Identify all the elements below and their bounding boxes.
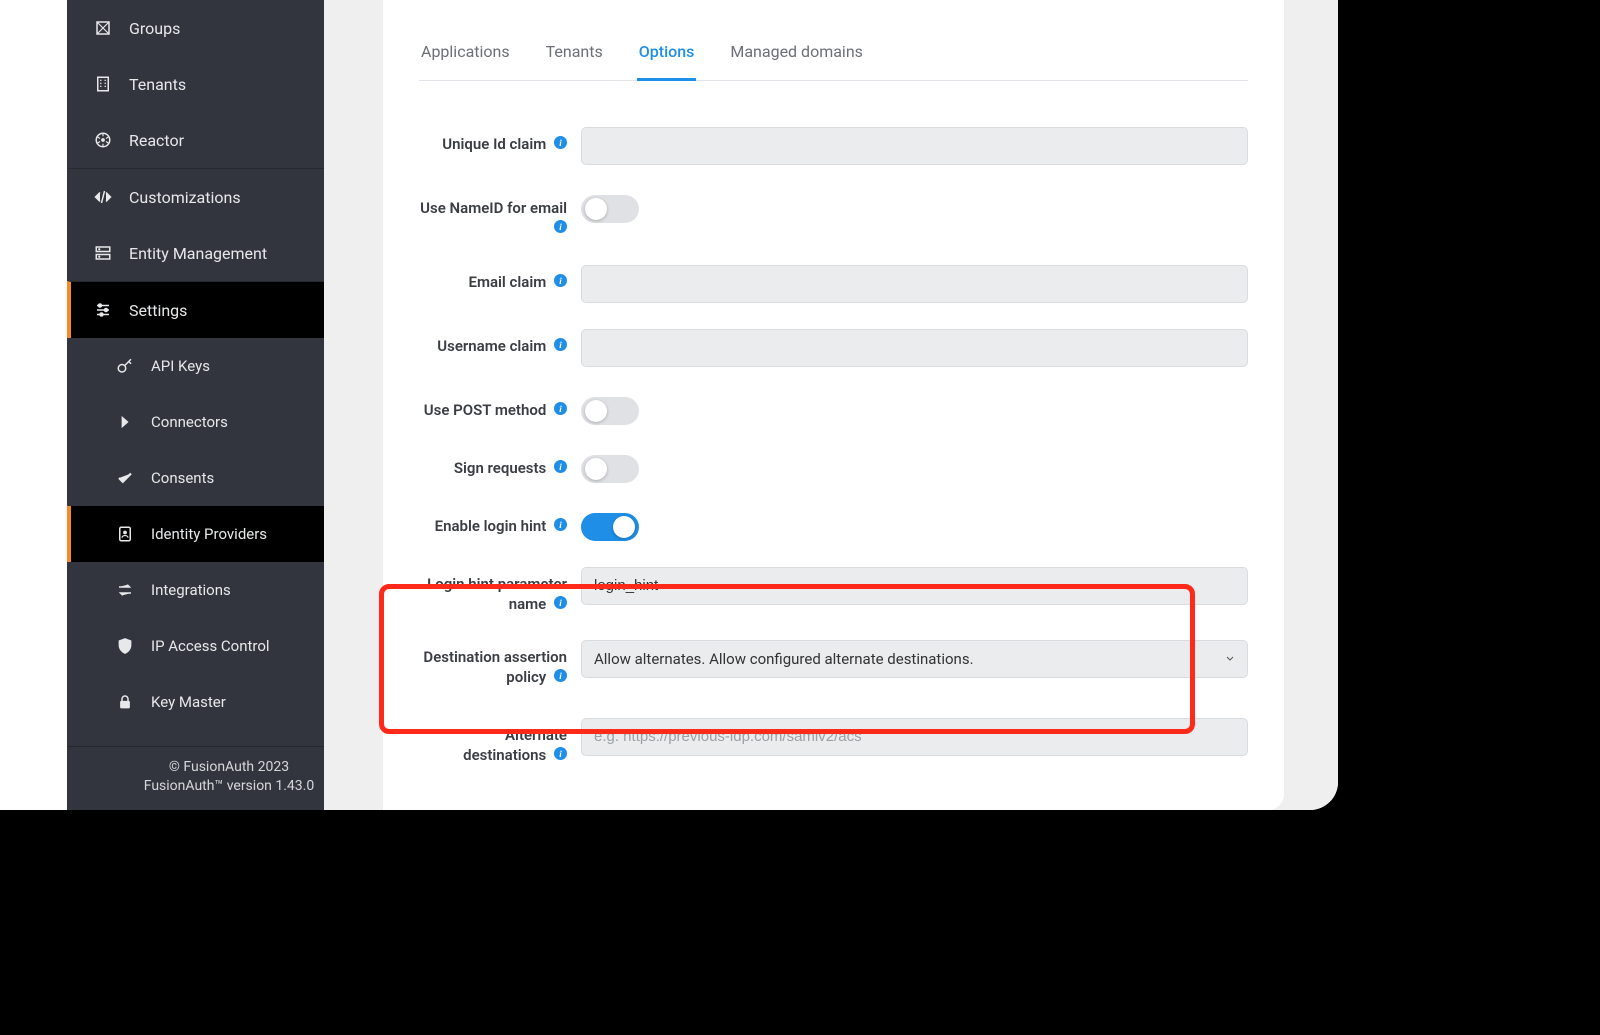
sidebar-item-label: Entity Management: [129, 244, 267, 263]
row-alternate-destinations: Alternate destinations i: [419, 718, 1248, 766]
reactor-icon: [93, 130, 113, 150]
row-use-post: Use POST method i: [419, 393, 1248, 425]
info-icon[interactable]: i: [554, 274, 567, 287]
groups-icon: [93, 18, 113, 38]
row-login-hint-param: Login hint parameter name i: [419, 567, 1248, 615]
row-email-claim: Email claim i: [419, 265, 1248, 303]
label-email-claim: Email claim i: [419, 265, 581, 292]
row-destination-assertion-policy: Destination assertion policy i Allow alt…: [419, 640, 1248, 688]
info-icon[interactable]: i: [554, 402, 567, 415]
tenants-icon: [93, 74, 113, 94]
main-area: Applications Tenants Options Managed dom…: [324, 0, 1338, 810]
server-icon: [93, 243, 113, 263]
login-hint-param-input[interactable]: [581, 567, 1248, 605]
enable-login-hint-toggle[interactable]: [581, 513, 639, 541]
label-use-nameid: Use NameID for email i: [419, 191, 581, 239]
sliders-icon: [93, 300, 113, 320]
lock-icon: [115, 692, 135, 712]
options-form: Unique Id claim i Use NameID for email i…: [419, 127, 1248, 765]
info-icon[interactable]: i: [554, 220, 567, 233]
label-username-claim: Username claim i: [419, 329, 581, 356]
chevron-right-icon: [115, 412, 135, 432]
info-icon[interactable]: i: [554, 669, 567, 682]
label-use-post: Use POST method i: [419, 393, 581, 420]
sidebar-item-label: Key Master: [151, 693, 226, 711]
tab-bar: Applications Tenants Options Managed dom…: [419, 28, 1248, 81]
label-alternate-destinations: Alternate destinations i: [419, 718, 581, 766]
sidebar-item-label: Reactor: [129, 131, 184, 150]
sign-requests-toggle[interactable]: [581, 455, 639, 483]
info-icon[interactable]: i: [554, 338, 567, 351]
info-icon[interactable]: i: [554, 747, 567, 760]
info-icon[interactable]: i: [554, 136, 567, 149]
row-username-claim: Username claim i: [419, 329, 1248, 367]
use-nameid-toggle[interactable]: [581, 195, 639, 223]
tab-managed-domains[interactable]: Managed domains: [728, 28, 865, 81]
sidebar-item-label: API Keys: [151, 357, 210, 375]
row-enable-login-hint: Enable login hint i: [419, 509, 1248, 541]
info-icon[interactable]: i: [554, 460, 567, 473]
alternate-destinations-input[interactable]: [581, 718, 1248, 756]
sidebar-item-label: Identity Providers: [151, 525, 267, 543]
email-claim-input[interactable]: [581, 265, 1248, 303]
shield-icon: [115, 636, 135, 656]
sidebar-item-label: Customizations: [129, 188, 241, 207]
app-shell: Groups Tenants Reactor Customizations ‹ …: [0, 0, 1338, 810]
content-card: Applications Tenants Options Managed dom…: [383, 0, 1284, 810]
info-icon[interactable]: i: [554, 596, 567, 609]
tab-applications[interactable]: Applications: [419, 28, 512, 81]
sidebar-item-label: IP Access Control: [151, 637, 270, 655]
code-icon: [93, 187, 113, 207]
username-claim-input[interactable]: [581, 329, 1248, 367]
info-icon[interactable]: i: [554, 518, 567, 531]
check-icon: [115, 468, 135, 488]
use-post-toggle[interactable]: [581, 397, 639, 425]
sidebar-item-label: Groups: [129, 19, 180, 38]
label-unique-id-claim: Unique Id claim i: [419, 127, 581, 154]
row-sign-requests: Sign requests i: [419, 451, 1248, 483]
label-enable-login-hint: Enable login hint i: [419, 509, 581, 536]
row-use-nameid: Use NameID for email i: [419, 191, 1248, 239]
tab-options[interactable]: Options: [637, 28, 697, 81]
sidebar-item-label: Tenants: [129, 75, 186, 94]
label-login-hint-param: Login hint parameter name i: [419, 567, 581, 615]
sidebar-item-label: Settings: [129, 301, 187, 320]
unique-id-claim-input[interactable]: [581, 127, 1248, 165]
row-unique-id-claim: Unique Id claim i: [419, 127, 1248, 165]
label-sign-requests: Sign requests i: [419, 451, 581, 478]
sidebar-item-label: Connectors: [151, 413, 228, 431]
id-card-icon: [115, 524, 135, 544]
key-icon: [115, 356, 135, 376]
label-destination-assertion-policy: Destination assertion policy i: [419, 640, 581, 688]
sidebar-item-label: Integrations: [151, 581, 231, 599]
destination-assertion-policy-select[interactable]: Allow alternates. Allow configured alter…: [581, 640, 1248, 678]
sidebar-item-label: Consents: [151, 469, 214, 487]
swap-icon: [115, 580, 135, 600]
tab-tenants[interactable]: Tenants: [544, 28, 605, 81]
